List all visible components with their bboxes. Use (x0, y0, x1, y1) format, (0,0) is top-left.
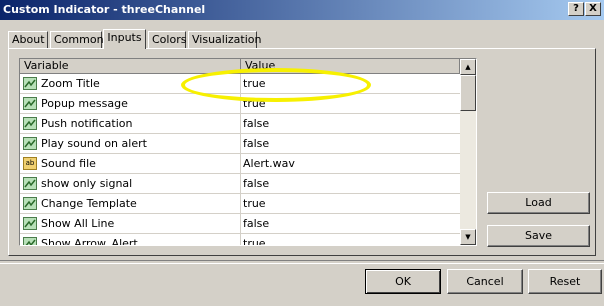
table-row[interactable]: Show Arrow_Alert true (20, 234, 460, 246)
tab-about[interactable]: About (8, 31, 48, 48)
footer-divider (0, 260, 604, 264)
variable-value[interactable]: true (243, 237, 266, 245)
table-row[interactable]: Play sound on alert false (20, 134, 460, 154)
bool-icon (23, 117, 37, 130)
variable-name: Sound file (41, 157, 96, 170)
variable-value[interactable]: false (243, 217, 269, 230)
bool-icon (23, 237, 37, 245)
cancel-button[interactable]: Cancel (447, 269, 523, 294)
variable-value[interactable]: true (243, 97, 266, 110)
variable-name: Show Arrow_Alert (41, 237, 138, 246)
table-row[interactable]: Change Template true (20, 194, 460, 214)
table-row[interactable]: ab Sound file Alert.wav (20, 154, 460, 174)
table-row[interactable]: show only signal false (20, 174, 460, 194)
tab-common[interactable]: Common (50, 31, 104, 48)
scroll-thumb[interactable] (460, 75, 476, 111)
variable-value[interactable]: false (243, 177, 269, 190)
save-button[interactable]: Save (487, 225, 590, 247)
variable-name: Change Template (41, 197, 137, 210)
window-title: Custom Indicator - threeChannel (3, 3, 206, 16)
variable-name: Popup message (41, 97, 128, 110)
bool-icon (23, 197, 37, 210)
tab-inputs[interactable]: Inputs (103, 29, 146, 49)
reset-button[interactable]: Reset (528, 269, 602, 294)
tab-visualization[interactable]: Visualization (188, 31, 261, 48)
close-button[interactable]: X (585, 2, 601, 16)
variable-name: Zoom Title (41, 77, 100, 90)
header-value[interactable]: Value (241, 59, 460, 74)
variable-value[interactable]: Alert.wav (243, 157, 295, 170)
variable-name: Push notification (41, 117, 133, 130)
variable-name: Play sound on alert (41, 137, 147, 150)
vertical-scrollbar[interactable]: ▲ ▼ (460, 59, 476, 245)
string-icon: ab (23, 157, 37, 170)
bool-icon (23, 217, 37, 230)
variable-value[interactable]: false (243, 117, 269, 130)
grid-header: Variable Value (20, 59, 460, 74)
table-row[interactable]: Show All Line false (20, 214, 460, 234)
title-bar: Custom Indicator - threeChannel ? X (0, 0, 604, 20)
scroll-up-button[interactable]: ▲ (460, 59, 476, 75)
table-row[interactable]: Popup message true (20, 94, 460, 114)
inputs-grid: Variable Value Zoom Title true Popup mes… (19, 58, 477, 246)
variable-name: show only signal (41, 177, 133, 190)
table-row[interactable]: Zoom Title true (20, 74, 460, 94)
bool-icon (23, 137, 37, 150)
variable-value[interactable]: true (243, 77, 266, 90)
scroll-down-button[interactable]: ▼ (460, 229, 476, 245)
bool-icon (23, 177, 37, 190)
table-row[interactable]: Push notification false (20, 114, 460, 134)
variable-value[interactable]: true (243, 197, 266, 210)
variable-value[interactable]: false (243, 137, 269, 150)
tab-colors[interactable]: Colors (148, 31, 186, 48)
bool-icon (23, 77, 37, 90)
help-button[interactable]: ? (568, 2, 584, 16)
variable-name: Show All Line (41, 217, 115, 230)
header-variable[interactable]: Variable (20, 59, 241, 74)
bool-icon (23, 97, 37, 110)
load-button[interactable]: Load (487, 192, 590, 214)
ok-button[interactable]: OK (365, 269, 441, 294)
